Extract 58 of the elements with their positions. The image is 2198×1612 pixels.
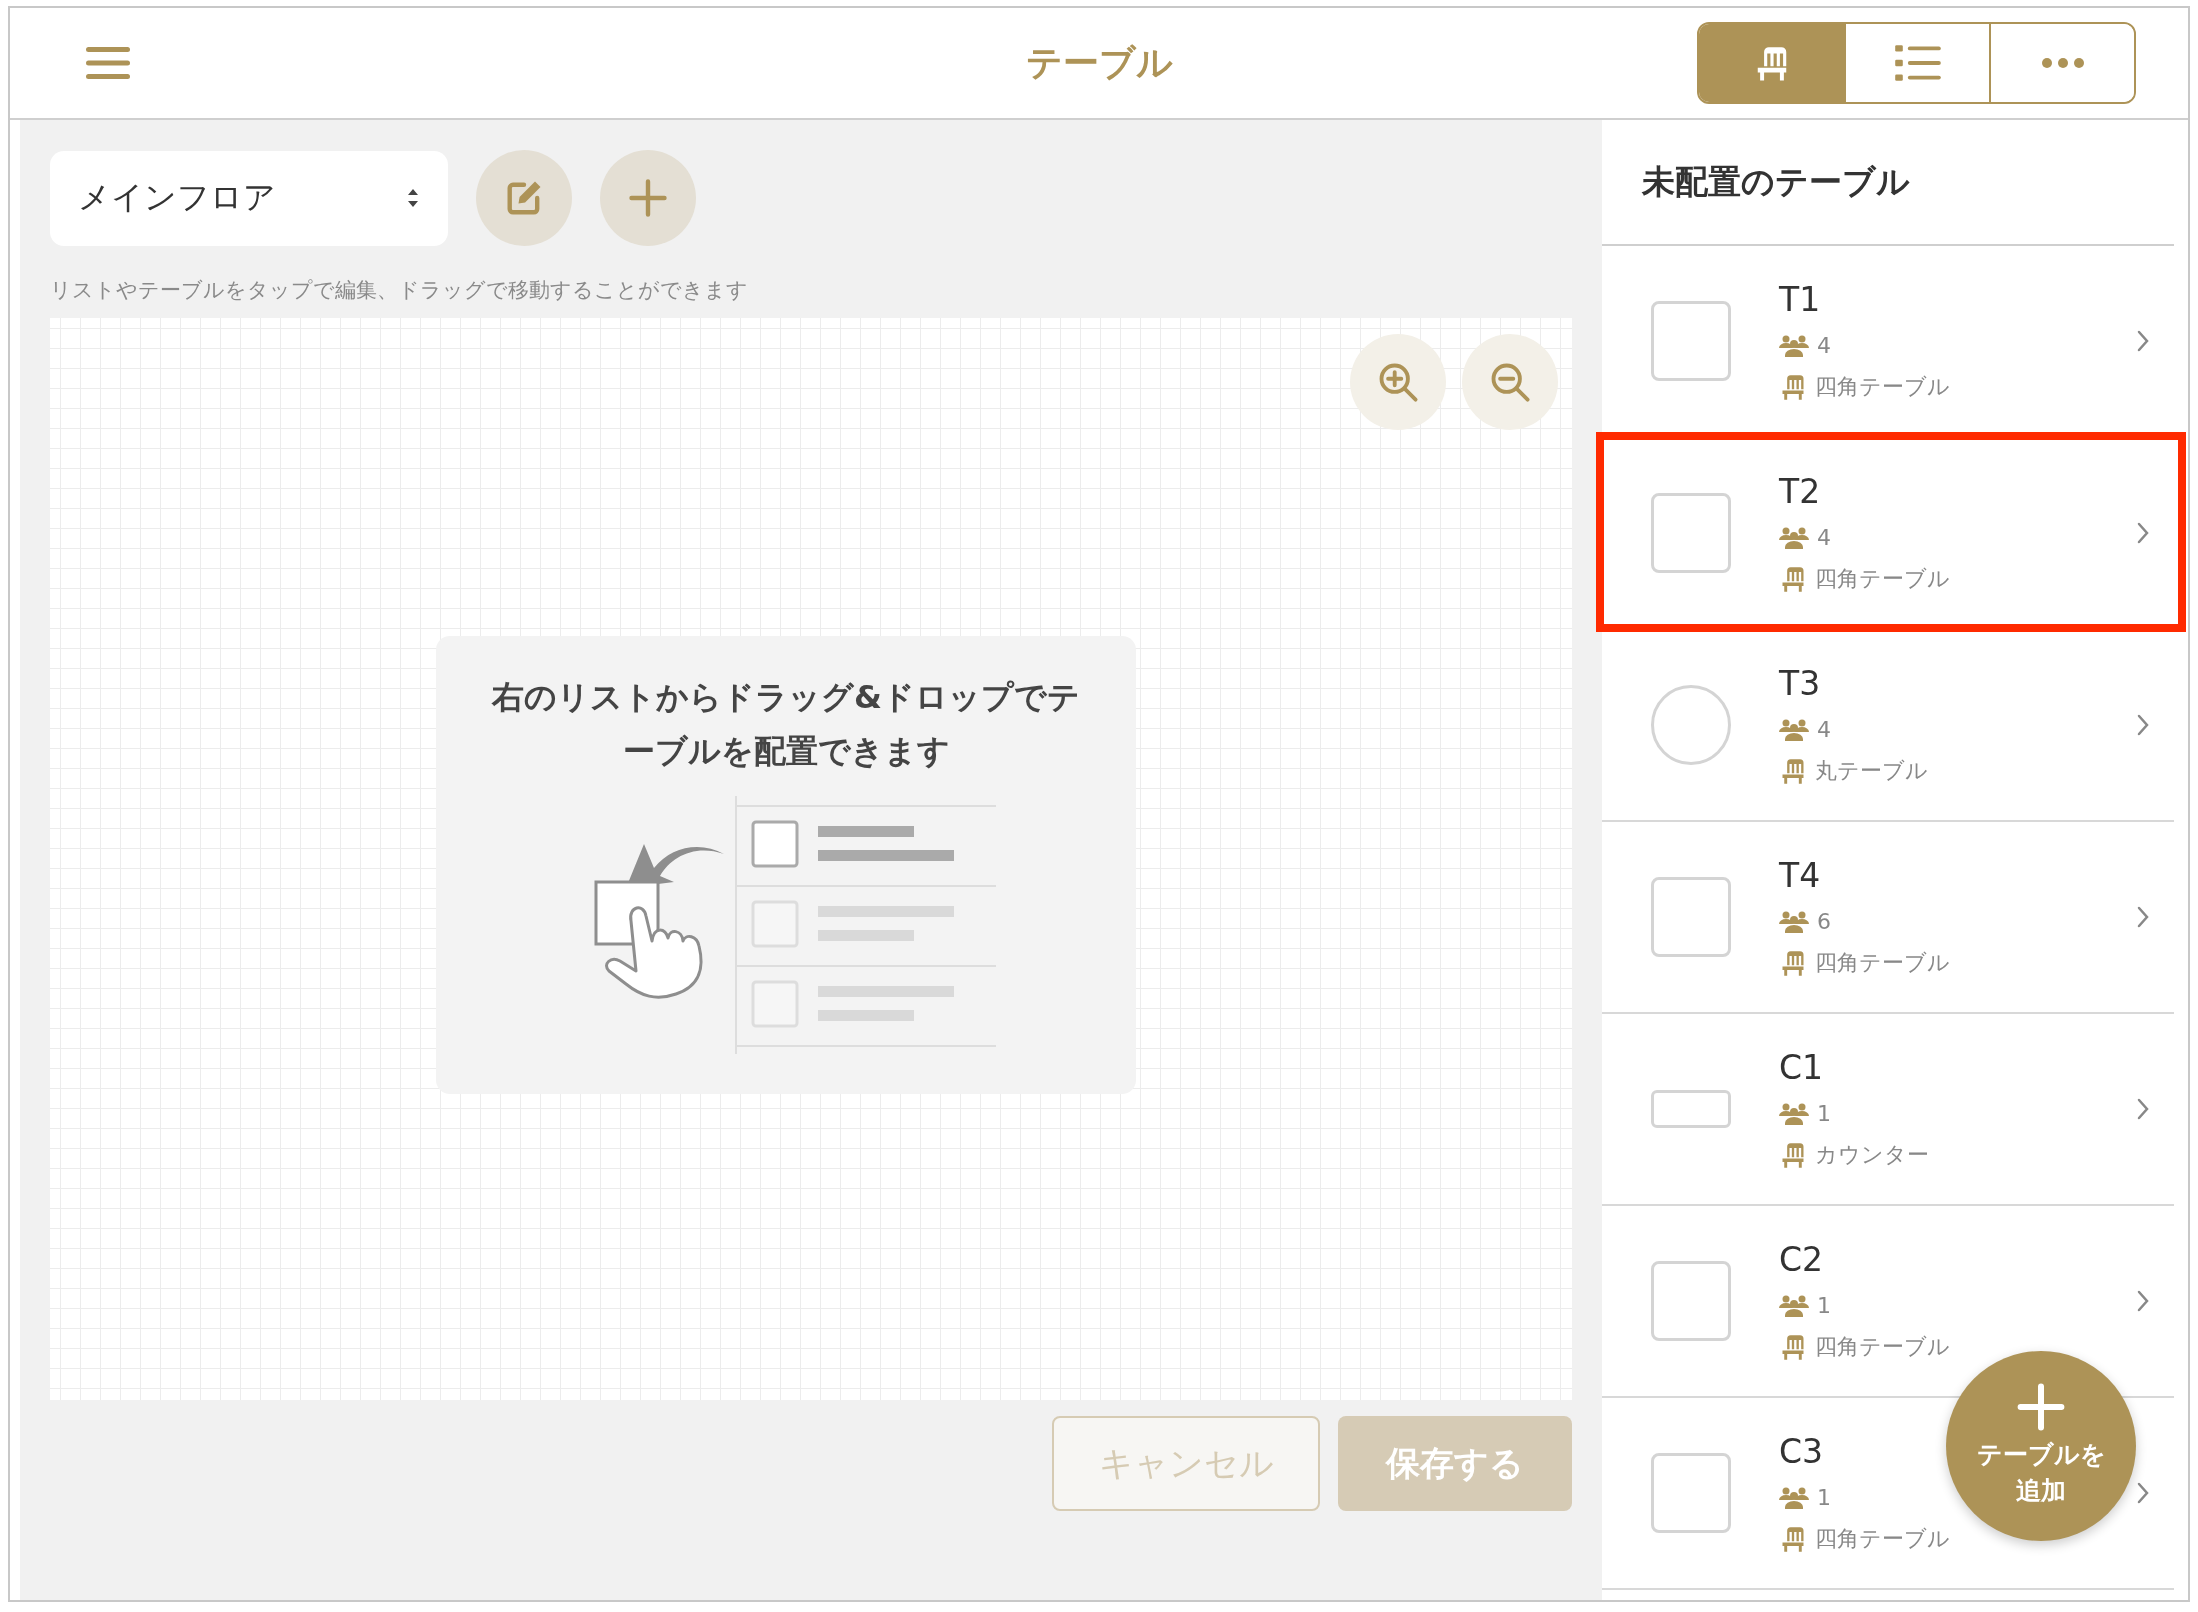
table-name: C3 bbox=[1779, 1432, 1824, 1471]
hint-text: リストやテーブルをタップで編集、ドラッグで移動することができます bbox=[50, 277, 749, 304]
floor-select[interactable]: メインフロア bbox=[50, 150, 448, 246]
zoom-out-button[interactable] bbox=[1462, 334, 1558, 430]
table-type: カウンター bbox=[1815, 1141, 1929, 1169]
seat-count: 1 bbox=[1817, 1293, 1831, 1318]
chevron-right-icon bbox=[2136, 329, 2150, 353]
chevron-right-icon bbox=[2136, 521, 2150, 545]
table-name: C2 bbox=[1779, 1240, 1824, 1279]
table-type: 四角テーブル bbox=[1815, 565, 1950, 593]
empty-state-message: 右のリストからドラッグ&ドロップでテーブルを配置できます bbox=[490, 677, 1081, 772]
seat-count: 4 bbox=[1817, 525, 1831, 550]
floor-canvas[interactable]: 右のリストからドラッグ&ドロップでテーブルを配置できます bbox=[50, 318, 1572, 1400]
table-type: 四角テーブル bbox=[1815, 373, 1950, 401]
chevron-right-icon bbox=[2136, 713, 2150, 737]
plus-icon bbox=[2017, 1383, 2065, 1431]
people-icon bbox=[1779, 718, 1809, 741]
table-list-item[interactable]: T1 4 四角テーブル bbox=[1602, 246, 2174, 438]
more-tab[interactable] bbox=[1989, 24, 2134, 102]
seat-count: 4 bbox=[1817, 333, 1831, 358]
seat-count: 1 bbox=[1817, 1101, 1831, 1126]
chevron-right-icon bbox=[2136, 1289, 2150, 1313]
people-icon bbox=[1779, 526, 1809, 549]
seat-count: 1 bbox=[1817, 1485, 1831, 1510]
people-icon bbox=[1779, 334, 1809, 357]
table-type: 丸テーブル bbox=[1815, 757, 1928, 785]
table-list-item[interactable]: T3 4 丸テーブル bbox=[1602, 630, 2174, 822]
table-list-item[interactable]: C1 1 カウンター bbox=[1602, 1014, 2174, 1206]
floor-view-tab[interactable] bbox=[1699, 24, 1844, 102]
table-type: 四角テーブル bbox=[1815, 949, 1950, 977]
counter-table-icon bbox=[1650, 1090, 1731, 1128]
chevron-right-icon bbox=[2136, 905, 2150, 929]
square-table-icon bbox=[1650, 1261, 1731, 1341]
table-list-item[interactable]: T2 4 四角テーブル bbox=[1602, 438, 2174, 630]
chevron-right-icon bbox=[2136, 1097, 2150, 1121]
square-table-icon bbox=[1650, 877, 1731, 957]
more-icon bbox=[2040, 57, 2085, 69]
page-title: テーブル bbox=[1024, 40, 1174, 85]
table-name: T3 bbox=[1779, 664, 1821, 703]
people-icon bbox=[1779, 1102, 1809, 1125]
seat-count: 6 bbox=[1817, 909, 1831, 934]
plus-icon bbox=[626, 176, 670, 220]
square-table-icon bbox=[1650, 1453, 1731, 1533]
menu-icon[interactable] bbox=[86, 47, 130, 79]
list-icon bbox=[1894, 44, 1941, 82]
table-name: T4 bbox=[1779, 856, 1821, 895]
seat-count: 4 bbox=[1817, 717, 1831, 742]
panel-title: 未配置のテーブル bbox=[1602, 120, 2174, 246]
chevron-right-icon bbox=[2136, 1481, 2150, 1505]
people-icon bbox=[1779, 1294, 1809, 1317]
people-icon bbox=[1779, 910, 1809, 933]
table-name: C1 bbox=[1779, 1048, 1824, 1087]
table-name: T2 bbox=[1779, 472, 1821, 511]
table-list-item[interactable]: T4 6 四角テーブル bbox=[1602, 822, 2174, 1014]
square-table-icon bbox=[1650, 493, 1731, 573]
table-name: T1 bbox=[1779, 280, 1821, 319]
square-table-icon bbox=[1650, 301, 1731, 381]
people-icon bbox=[1779, 1486, 1809, 1509]
